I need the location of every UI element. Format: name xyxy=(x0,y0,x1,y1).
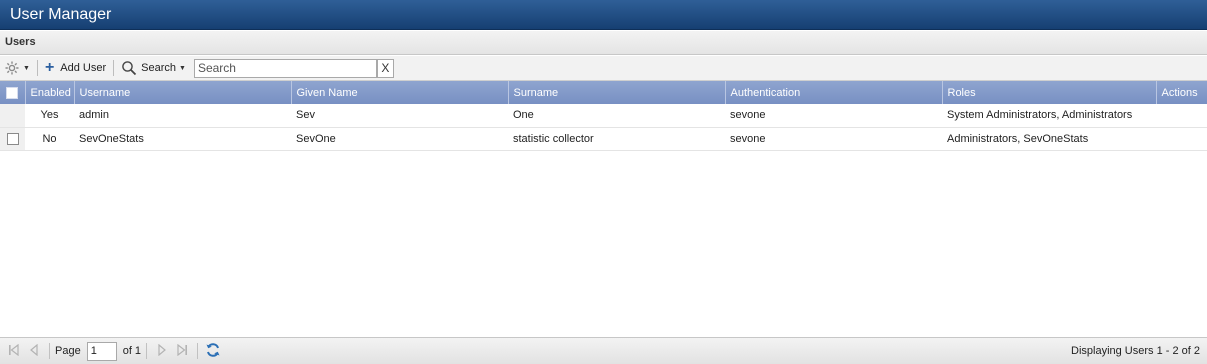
search-menu-button[interactable]: Search ▼ xyxy=(117,58,190,79)
select-all-checkbox[interactable] xyxy=(0,81,26,104)
search-menu-label: Search xyxy=(141,62,176,74)
page-number-input[interactable] xyxy=(86,341,117,361)
table-row[interactable]: No SevOneStats SevOne statistic collecto… xyxy=(0,127,1207,151)
column-header-authentication[interactable]: Authentication xyxy=(725,81,943,104)
pager-divider xyxy=(197,343,199,359)
settings-menu-button[interactable]: ▼ xyxy=(0,58,34,79)
magnifier-icon xyxy=(121,60,137,76)
column-header-roles[interactable]: Roles xyxy=(942,81,1157,104)
username-cell: SevOneStats xyxy=(74,127,291,151)
actions-cell[interactable] xyxy=(1156,104,1207,128)
search-input[interactable] xyxy=(193,58,377,78)
gear-icon xyxy=(4,60,20,76)
given-name-cell: SevOne xyxy=(291,127,508,151)
chevron-down-icon: ▼ xyxy=(179,64,186,72)
checkbox-icon xyxy=(6,86,19,99)
grid-header-row: Enabled Username Given Name Surname Auth… xyxy=(0,81,1207,104)
username-cell: admin xyxy=(74,104,291,128)
next-page-icon xyxy=(156,343,168,359)
chevron-down-icon: ▼ xyxy=(23,64,30,72)
column-header-actions[interactable]: Actions xyxy=(1156,81,1207,104)
page-count-label: of 1 xyxy=(122,345,142,357)
pager-divider xyxy=(49,343,50,359)
users-grid: Enabled Username Given Name Surname Auth… xyxy=(0,81,1207,151)
window-title: User Manager xyxy=(0,0,1207,30)
plus-icon: + xyxy=(44,59,55,76)
add-user-label: Add User xyxy=(60,62,107,74)
column-header-username[interactable]: Username xyxy=(74,81,292,104)
given-name-cell: Sev xyxy=(291,104,508,128)
add-user-button[interactable]: + Add User xyxy=(41,58,110,79)
toolbar-divider xyxy=(36,60,38,76)
prev-page-icon xyxy=(28,343,40,359)
refresh-button[interactable] xyxy=(203,341,223,361)
last-page-icon xyxy=(176,343,188,359)
last-page-button[interactable] xyxy=(172,341,192,361)
authentication-cell: sevone xyxy=(725,104,942,128)
first-page-button[interactable] xyxy=(4,341,24,361)
clear-search-button[interactable]: X xyxy=(376,58,394,78)
toolbar: ▼ + Add User Search ▼ X xyxy=(0,56,1207,81)
column-header-surname[interactable]: Surname xyxy=(508,81,726,104)
authentication-cell: sevone xyxy=(725,127,942,151)
page-label: Page xyxy=(55,345,81,357)
roles-cell: System Administrators, Administrators xyxy=(942,104,1156,128)
surname-cell: One xyxy=(508,104,725,128)
column-header-enabled[interactable]: Enabled xyxy=(25,81,75,104)
roles-cell: Administrators, SevOneStats xyxy=(942,127,1156,151)
panel-title: Users xyxy=(0,31,1207,55)
display-info: Displaying Users 1 - 2 of 2 xyxy=(1071,345,1200,357)
refresh-icon xyxy=(205,342,221,361)
surname-cell: statistic collector xyxy=(508,127,725,151)
column-header-given-name[interactable]: Given Name xyxy=(291,81,509,104)
row-checkbox[interactable] xyxy=(6,132,19,145)
row-select-cell xyxy=(0,127,25,151)
row-select-cell xyxy=(0,104,25,128)
first-page-icon xyxy=(8,343,20,359)
pagination-bar: Page of 1 Displaying Users 1 - 2 of 2 xyxy=(0,337,1207,364)
table-row[interactable]: Yes admin Sev One sevone System Administ… xyxy=(0,104,1207,128)
pager-divider xyxy=(146,343,148,359)
enabled-cell: Yes xyxy=(25,104,74,128)
actions-cell[interactable] xyxy=(1156,127,1207,151)
prev-page-button[interactable] xyxy=(24,341,44,361)
toolbar-divider xyxy=(113,60,115,76)
enabled-cell: No xyxy=(25,127,74,151)
next-page-button[interactable] xyxy=(152,341,172,361)
